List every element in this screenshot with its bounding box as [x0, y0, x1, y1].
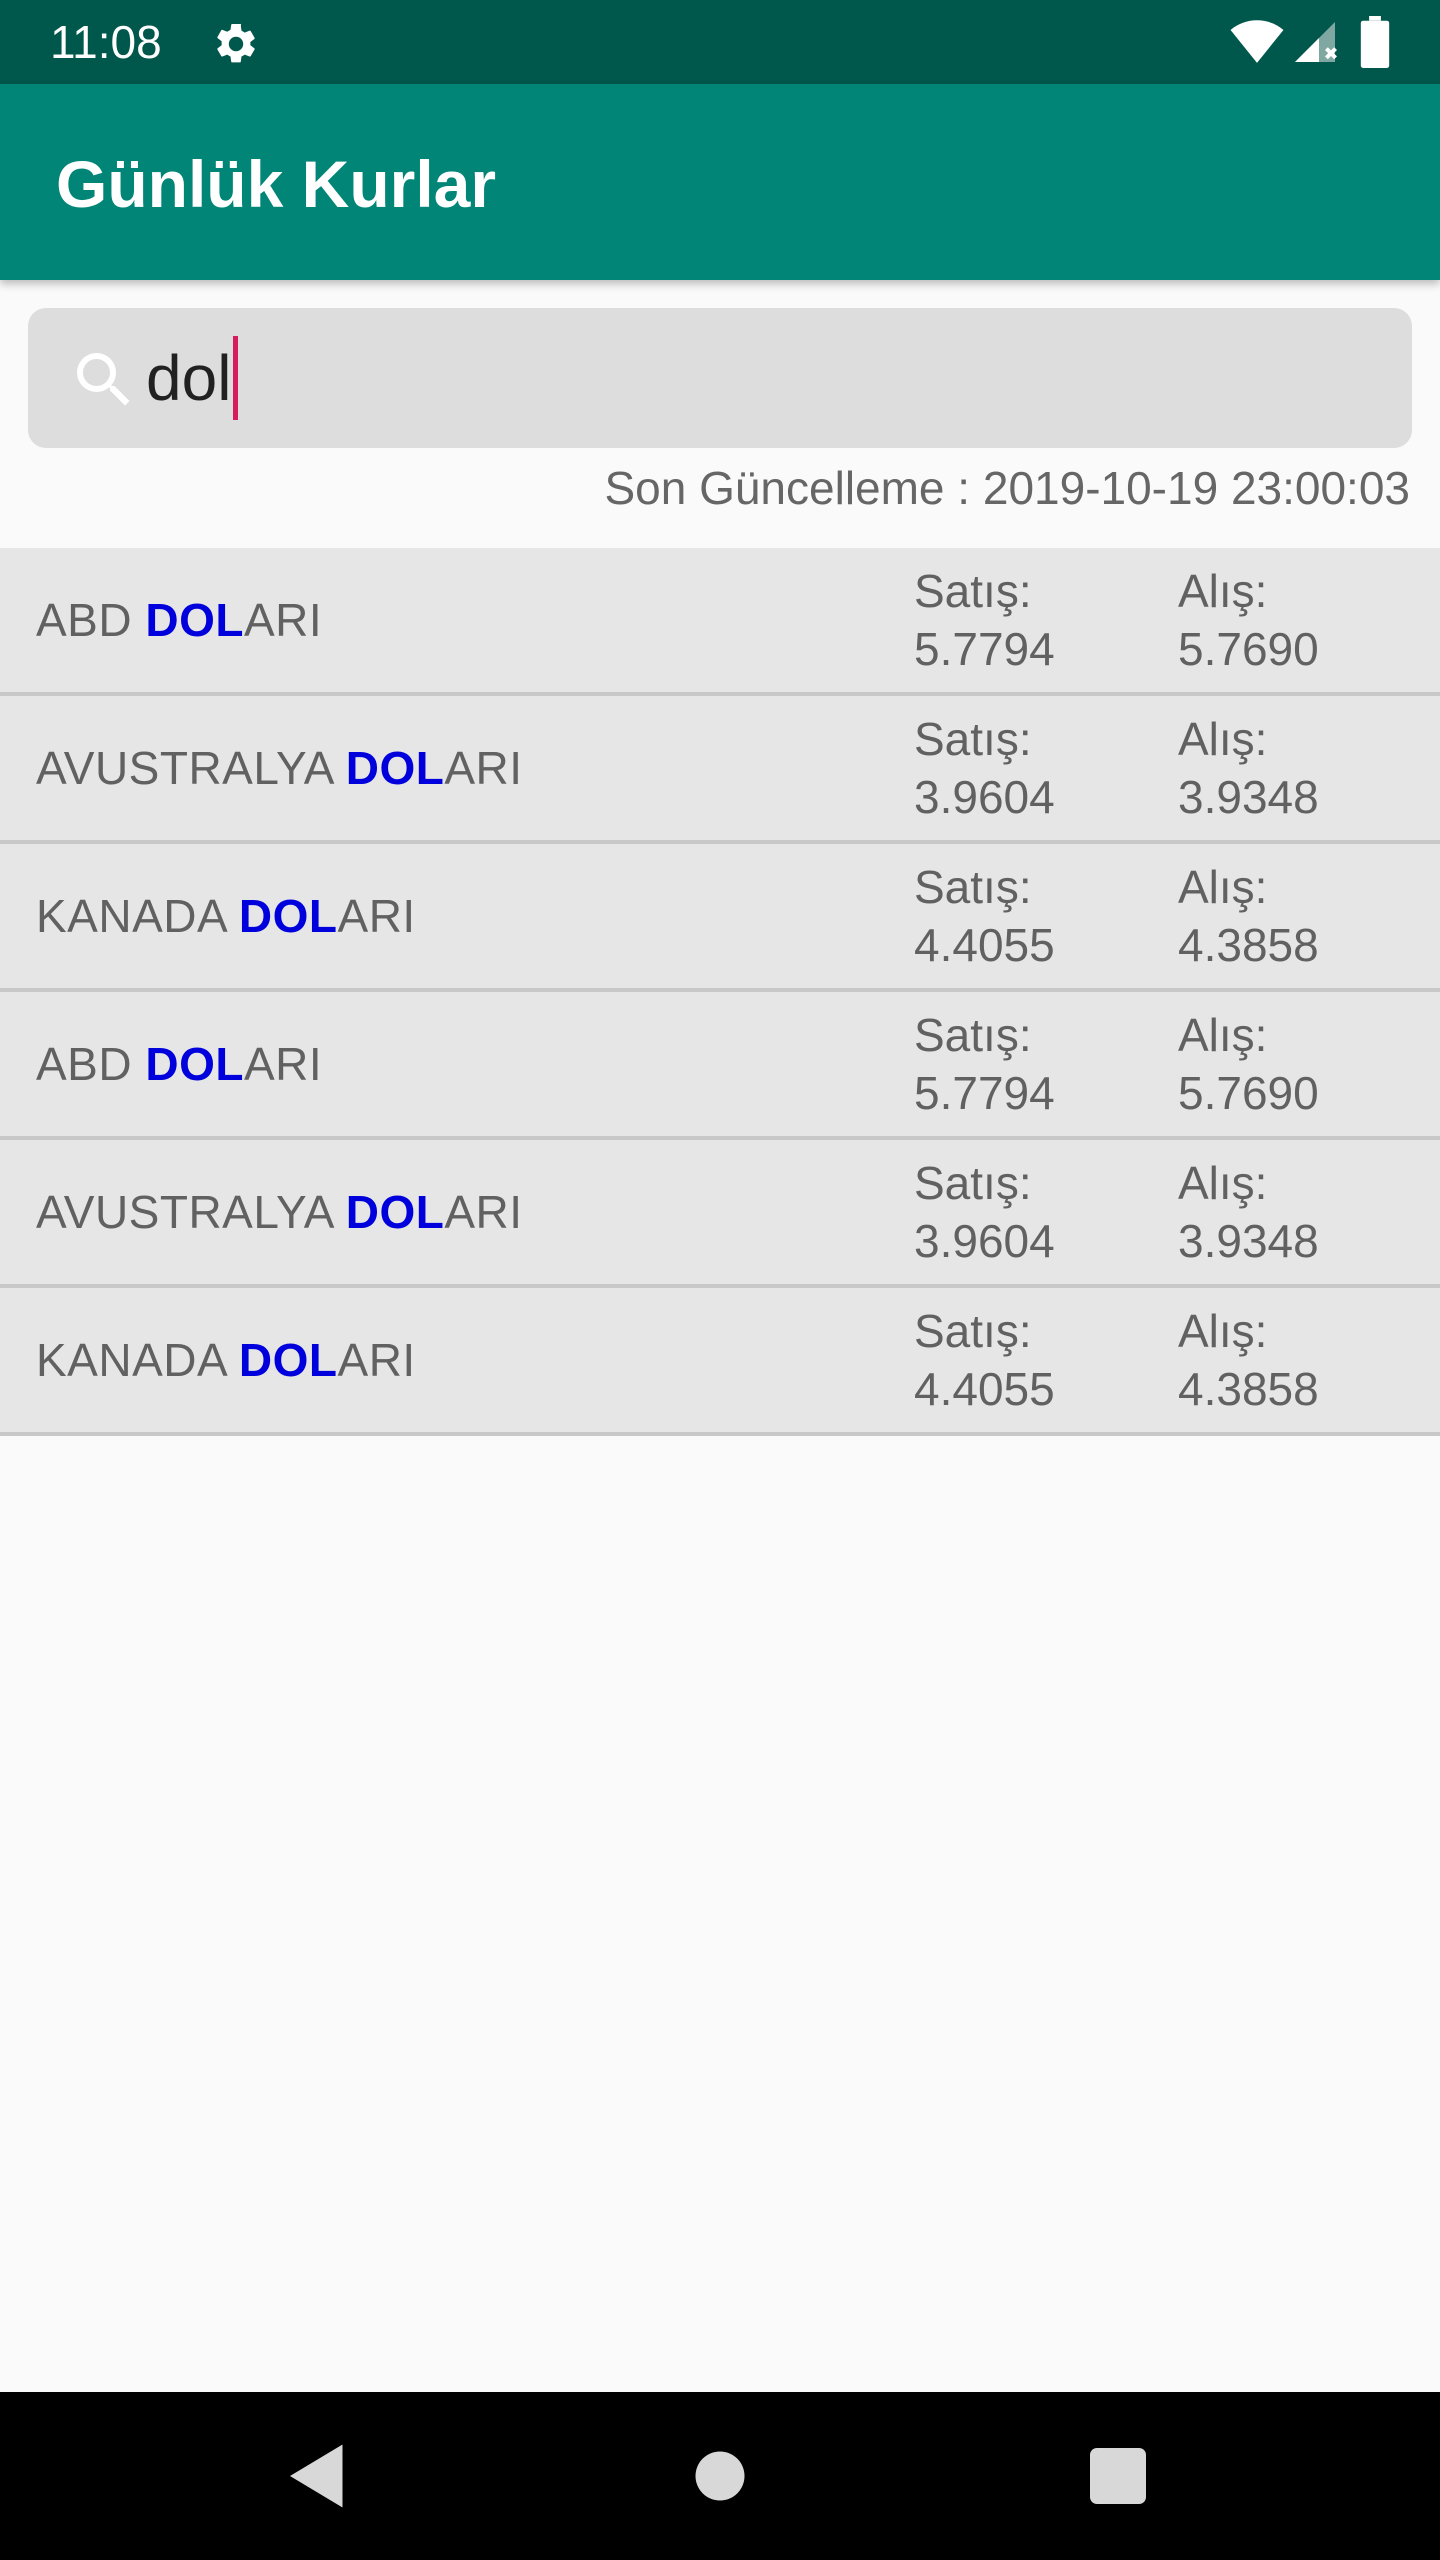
match-highlight: DOL [345, 1186, 445, 1238]
list-item[interactable]: AVUSTRALYA DOL ARI Satış: 3.9604 Alış: 3.93… [0, 696, 1440, 844]
match-highlight: DOL [145, 1038, 244, 1090]
list-item[interactable]: KANADA DOL ARI Satış: 4.4055 Alış: 4.3858 [0, 1288, 1440, 1436]
sell-rate: Satış: 5.7794 [914, 565, 1055, 675]
list-item[interactable]: ABD DOL ARI Satış: 5.7794 Alış: 5.7690 [0, 992, 1440, 1140]
currency-name: KANADA DOL ARI [36, 1334, 416, 1386]
search-input[interactable]: dol [28, 308, 1412, 448]
match-highlight: DOL [345, 742, 445, 794]
match-highlight: DOL [145, 594, 244, 646]
currency-name: KANADA DOL ARI [36, 890, 416, 942]
buy-rate: Alış: 5.7690 [1178, 565, 1319, 675]
buy-rate: Alış: 4.3858 [1178, 861, 1319, 971]
currency-name: AVUSTRALYA DOL ARI [36, 1186, 523, 1238]
page-title: Günlük Kurlar [56, 147, 497, 221]
last-update-label: Son Güncelleme : 2019-10-19 23:00:03 [604, 462, 1410, 514]
search-text[interactable]: dol [146, 336, 239, 420]
signal-icon [1295, 22, 1337, 62]
navigation-bar [0, 2392, 1440, 2560]
search-query: dol [146, 342, 232, 414]
sell-rate: Satış: 4.4055 [914, 861, 1055, 971]
list-item[interactable]: ABD DOL ARI Satış: 5.7794 Alış: 5.7690 [0, 548, 1440, 696]
currency-name: ABD DOL ARI [36, 594, 323, 646]
back-icon[interactable] [276, 2434, 360, 2518]
text-caret [233, 336, 239, 420]
buy-rate: Alış: 5.7690 [1178, 1009, 1319, 1119]
sell-rate: Satış: 3.9604 [914, 1157, 1055, 1267]
currency-name: AVUSTRALYA DOL ARI [36, 742, 523, 794]
home-icon[interactable] [678, 2434, 762, 2518]
buy-rate: Alış: 4.3858 [1178, 1305, 1319, 1415]
recents-icon[interactable] [1076, 2434, 1160, 2518]
wifi-icon [1230, 20, 1284, 63]
sell-rate: Satış: 3.9604 [914, 713, 1055, 823]
buy-rate: Alış: 3.9348 [1178, 1157, 1319, 1267]
sell-rate: Satış: 5.7794 [914, 1009, 1055, 1119]
app-bar: Günlük Kurlar [0, 84, 1440, 280]
rate-list: ABD DOL ARI Satış: 5.7794 Alış: 5.7690 AVUS… [0, 548, 1440, 1436]
match-highlight: DOL [238, 1334, 338, 1386]
gear-icon [217, 23, 255, 63]
status-bar: 11:08 [0, 0, 1440, 84]
battery-icon [1360, 16, 1390, 68]
status-time: 11:08 [50, 16, 162, 68]
list-item[interactable]: KANADA DOL ARI Satış: 4.4055 Alış: 4.3858 [0, 844, 1440, 992]
sell-rate: Satış: 4.4055 [914, 1305, 1055, 1415]
match-highlight: DOL [238, 890, 338, 942]
currency-name: ABD DOL ARI [36, 1038, 323, 1090]
search-icon [77, 353, 130, 406]
list-item[interactable]: AVUSTRALYA DOL ARI Satış: 3.9604 Alış: 3.93… [0, 1140, 1440, 1288]
buy-rate: Alış: 3.9348 [1178, 713, 1319, 823]
